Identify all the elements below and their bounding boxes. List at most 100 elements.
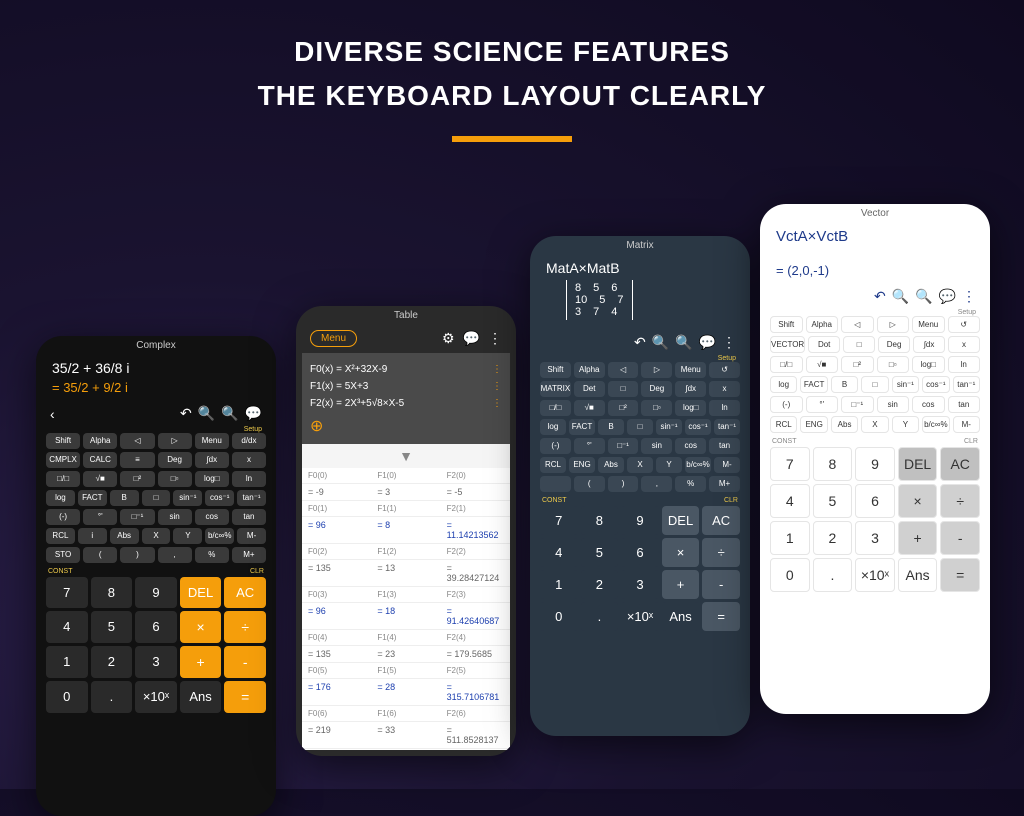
key-Alpha[interactable]: Alpha [574,362,605,378]
history-icon[interactable]: 💬 [245,405,262,422]
key-FACT[interactable]: FACT [800,376,827,393]
key-Ans[interactable]: Ans [898,558,938,592]
key-▷[interactable]: ▷ [877,316,910,333]
key-Ans[interactable]: Ans [662,602,700,631]
key-□[interactable]: □ [861,376,888,393]
key-(-)[interactable]: (-) [46,509,80,525]
key-(-)[interactable]: (-) [770,396,803,413]
key-CALC[interactable]: CALC [83,452,117,468]
key-+[interactable]: + [180,646,222,678]
key-=[interactable]: = [702,602,740,631]
key-□⁻¹[interactable]: □⁻¹ [120,509,154,525]
key-sin⁻¹[interactable]: sin⁻¹ [173,490,202,506]
table-row[interactable]: F0(4)F1(4)F2(4)= 135= 23= 179.5685 [302,630,510,663]
key-DEL[interactable]: DEL [180,577,222,608]
key-×[interactable]: × [898,484,938,518]
zoom-in-icon[interactable]: 🔍 [221,405,238,422]
key-◁[interactable]: ◁ [120,433,154,449]
key-tan⁻¹[interactable]: tan⁻¹ [237,490,266,506]
key-d/dx[interactable]: d/dx [232,433,266,449]
key-6[interactable]: 6 [855,484,895,518]
key-4[interactable]: 4 [770,484,810,518]
key-□▫[interactable]: □▫ [158,471,192,487]
key-▷[interactable]: ▷ [158,433,192,449]
key-□[interactable]: □ [627,419,653,435]
key-AC[interactable]: AC [224,577,266,608]
key-9[interactable]: 9 [621,506,659,535]
key-b/c∞%[interactable]: b/c∞% [205,528,234,544]
edit-icon[interactable]: ⋮ [492,398,502,409]
key-X[interactable]: X [142,528,171,544]
more-icon[interactable]: ⋮ [722,334,736,351]
key-ln[interactable]: ln [948,356,981,373]
table-row[interactable]: F0(7)F1(7)F2(7)= 264= 38= 779.9949 [302,749,510,750]
key-Ans[interactable]: Ans [180,681,222,713]
key-▷[interactable]: ▷ [641,362,672,378]
key-□⁻¹[interactable]: □⁻¹ [841,396,874,413]
table-row[interactable]: F0(0)F1(0)F2(0)= -9= 3= -5 [302,468,510,501]
key-□²[interactable]: □² [841,356,874,373]
key-◁[interactable]: ◁ [608,362,639,378]
key-+[interactable]: + [898,521,938,555]
fn-row[interactable]: F1(x) = 5X+3⋮ [310,378,502,395]
key-Menu[interactable]: Menu [675,362,706,378]
edit-icon[interactable]: ⋮ [492,364,502,375]
key-□/□[interactable]: □/□ [540,400,571,416]
key-↺[interactable]: ↺ [709,362,740,378]
gear-icon[interactable]: ⚙ [442,330,455,347]
key-X[interactable]: X [861,416,888,433]
key-Deg[interactable]: Deg [641,381,672,397]
key-.[interactable]: . [813,558,853,592]
key-RCL[interactable]: RCL [540,457,566,473]
key-°'[interactable]: °' [83,509,117,525]
key-∫dx[interactable]: ∫dx [675,381,706,397]
key-B[interactable]: B [831,376,858,393]
key-Shift[interactable]: Shift [46,433,80,449]
key-Dot[interactable]: Dot [808,336,840,353]
table-row[interactable]: F0(6)F1(6)F2(6)= 219= 33= 511.8528137 [302,706,510,749]
key-cos⁻¹[interactable]: cos⁻¹ [205,490,234,506]
key-√■[interactable]: √■ [83,471,117,487]
key-Y[interactable]: Y [173,528,202,544]
key-i[interactable]: i [78,528,107,544]
key-ENG[interactable]: ENG [569,457,595,473]
key-Shift[interactable]: Shift [770,316,803,333]
menu-button[interactable]: Menu [310,330,357,347]
key-3[interactable]: 3 [135,646,177,678]
key-M-[interactable]: M- [714,457,740,473]
undo-icon[interactable]: ↶ [180,405,192,422]
key-□/□[interactable]: □/□ [770,356,803,373]
key-°'[interactable]: °' [806,396,839,413]
key-sin⁻¹[interactable]: sin⁻¹ [892,376,919,393]
key--[interactable]: - [224,646,266,678]
key-□²[interactable]: □² [608,400,639,416]
history-icon[interactable]: 💬 [939,288,956,305]
key-8[interactable]: 8 [813,447,853,481]
key-0[interactable]: 0 [46,681,88,713]
key-5[interactable]: 5 [581,538,619,567]
key-ENG[interactable]: ENG [800,416,827,433]
key-log[interactable]: log [46,490,75,506]
key-,[interactable]: , [641,476,672,492]
key-9[interactable]: 9 [855,447,895,481]
key-2[interactable]: 2 [813,521,853,555]
key-6[interactable]: 6 [135,611,177,643]
zoom-out-icon[interactable]: 🔍 [892,288,909,305]
key-≡[interactable]: ≡ [120,452,154,468]
key-8[interactable]: 8 [91,577,133,608]
key-log[interactable]: log [540,419,566,435]
key-Deg[interactable]: Deg [878,336,910,353]
key-7[interactable]: 7 [46,577,88,608]
key-×10ˣ[interactable]: ×10ˣ [135,681,177,713]
key-log□[interactable]: log□ [675,400,706,416]
key-∫dx[interactable]: ∫dx [195,452,229,468]
key-×[interactable]: × [180,611,222,643]
key-ln[interactable]: ln [709,400,740,416]
key-2[interactable]: 2 [581,570,619,599]
key-x[interactable]: x [232,452,266,468]
edit-icon[interactable]: ⋮ [492,381,502,392]
table-row[interactable]: F0(3)F1(3)F2(3)= 96= 18= 91.42640687 [302,587,510,630]
key-cos⁻¹[interactable]: cos⁻¹ [922,376,949,393]
key-÷[interactable]: ÷ [940,484,980,518]
key-sin[interactable]: sin [877,396,910,413]
